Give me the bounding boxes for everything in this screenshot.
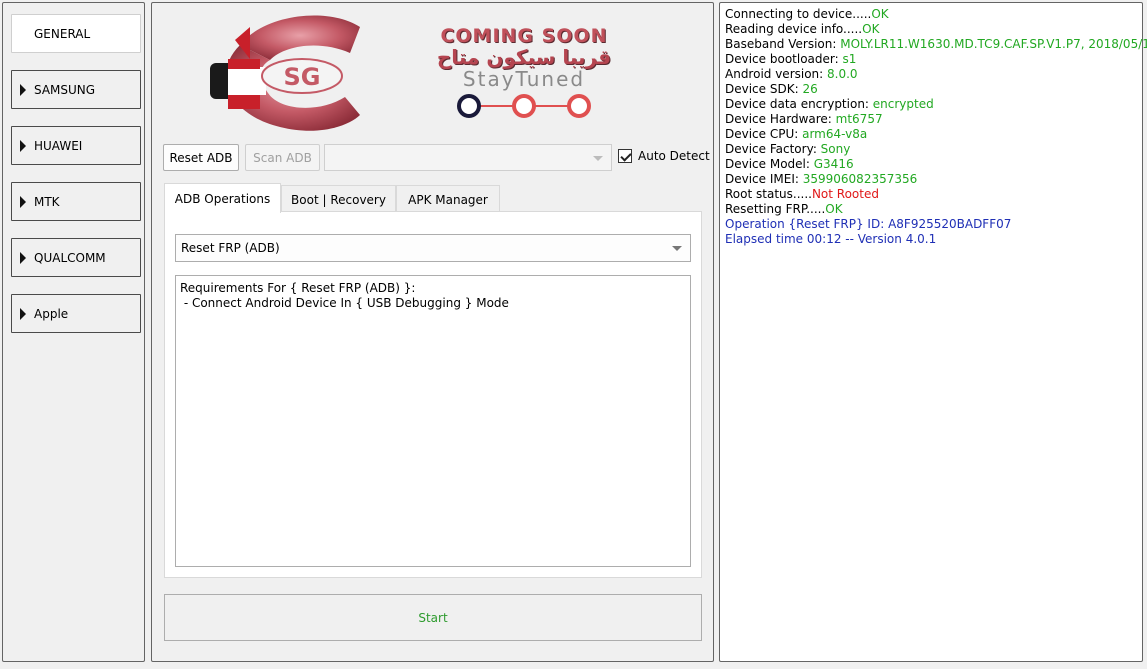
nav-samsung-button[interactable]: SAMSUNG <box>11 70 141 109</box>
arabic-coming-soon-text: قريبا سيكون متاح <box>436 45 612 69</box>
log-line: Device IMEI: 359906082357356 <box>725 172 1147 187</box>
log-value: OK <box>862 22 880 36</box>
chevron-down-icon <box>593 155 603 161</box>
log-value: Sony <box>820 142 851 156</box>
log-line: Elapsed time 00:12 -- Version 4.0.1 <box>725 232 1147 247</box>
tab-apk-manager[interactable]: APK Manager <box>396 185 500 213</box>
log-value: 26 <box>802 82 818 96</box>
expand-arrow-icon <box>20 139 26 152</box>
tab-boot-recovery[interactable]: Boot | Recovery <box>281 185 396 213</box>
log-value: 8.0.0 <box>827 67 858 81</box>
log-line: Device data encryption: encrypted <box>725 97 1147 112</box>
log-value: OK <box>871 7 889 21</box>
log-label: Device Factory: <box>725 142 821 156</box>
nav-general-label: GENERAL <box>34 26 91 41</box>
stay-tuned-text: StayTuned <box>462 67 586 91</box>
log-value: encrypted <box>872 97 934 111</box>
operations-panel: SG COMING SOON قريبا سيكون متاح StayTune… <box>151 2 714 662</box>
coming-soon-text: COMING SOON <box>440 25 608 47</box>
auto-detect-label: Auto Detect <box>638 149 710 163</box>
log-label: Baseband Version: <box>725 37 841 51</box>
nav-qualcomm-button[interactable]: QUALCOMM <box>11 238 141 277</box>
log-label: Reading device info..... <box>725 22 863 36</box>
log-value: MOLY.LR11.W1630.MD.TC9.CAF.SP.V1.P7, 201… <box>840 37 1147 51</box>
log-line: Baseband Version: MOLY.LR11.W1630.MD.TC9… <box>725 37 1147 52</box>
log-value: arm64-v8a <box>802 127 868 141</box>
log-label: Android version: <box>725 67 828 81</box>
log-label: Device SDK: <box>725 82 803 96</box>
log-line: Device SDK: 26 <box>725 82 1147 97</box>
log-value: mt6757 <box>835 112 883 126</box>
scan-adb-button[interactable]: Scan ADB <box>245 144 320 171</box>
log-line: Operation {Reset FRP} ID: A8F925520BADFF… <box>725 217 1147 232</box>
log-line: Device Factory: Sony <box>725 142 1147 157</box>
expand-arrow-icon <box>20 83 26 96</box>
log-line: Root status.....Not Rooted <box>725 187 1147 202</box>
log-line: Android version: 8.0.0 <box>725 67 1147 82</box>
log-label: Device bootloader: <box>725 52 843 66</box>
nav-huawei-button[interactable]: HUAWEI <box>11 126 141 165</box>
log-label: Operation {Reset FRP} ID: A8F925520BADFF… <box>725 217 1012 231</box>
nav-mtk-label: MTK <box>34 194 60 209</box>
log-label: Device Model: <box>725 157 814 171</box>
progress-dots-icon <box>457 94 591 118</box>
expand-arrow-icon <box>20 307 26 320</box>
nav-apple-label: Apple <box>34 306 69 321</box>
log-value: s1 <box>842 52 857 66</box>
log-panel[interactable]: Connecting to device.....OK Reading devic… <box>719 2 1147 662</box>
log-label: Elapsed time 00:12 -- Version 4.0.1 <box>725 232 937 246</box>
adb-operations-content: Reset FRP (ADB) Requirements For { Reset… <box>164 211 702 578</box>
log-line: Reading device info.....OK <box>725 22 1147 37</box>
log-value: 359906082357356 <box>802 172 918 186</box>
auto-detect-checkbox[interactable]: Auto Detect <box>618 149 710 163</box>
log-label: Device data encryption: <box>725 97 873 111</box>
requirements-textbox[interactable]: Requirements For { Reset FRP (ADB) }: - … <box>175 275 691 567</box>
log-label: Device IMEI: <box>725 172 803 186</box>
chevron-down-icon <box>672 246 682 251</box>
log-line: Device Model: G3416 <box>725 157 1147 172</box>
nav-huawei-label: HUAWEI <box>34 138 83 153</box>
log-line: Device CPU: arm64-v8a <box>725 127 1147 142</box>
log-line: Device Hardware: mt6757 <box>725 112 1147 127</box>
log-value: OK <box>825 202 843 216</box>
nav-general-button[interactable]: GENERAL <box>11 14 141 53</box>
nav-panel: GENERAL SAMSUNG HUAWEI MTK QUALCOMM Appl… <box>2 2 145 662</box>
log-label: Connecting to device..... <box>725 7 872 21</box>
nav-qualcomm-label: QUALCOMM <box>34 250 106 265</box>
logo-text: SG <box>284 63 321 91</box>
device-select[interactable] <box>324 144 612 171</box>
log-label: Root status..... <box>725 187 812 201</box>
log-output: Connecting to device.....OK Reading devic… <box>725 7 1147 247</box>
reset-adb-button[interactable]: Reset ADB <box>163 144 239 171</box>
nav-mtk-button[interactable]: MTK <box>11 182 141 221</box>
log-value: G3416 <box>813 157 854 171</box>
checkbox-checked-icon[interactable] <box>618 149 632 163</box>
log-line: Resetting FRP.....OK <box>725 202 1147 217</box>
operation-select[interactable]: Reset FRP (ADB) <box>175 234 691 262</box>
coming-soon-banner: COMING SOON قريبا سيكون متاح StayTuned <box>414 25 634 133</box>
log-label: Device CPU: <box>725 127 803 141</box>
nav-apple-button[interactable]: Apple <box>11 294 141 333</box>
log-label: Device Hardware: <box>725 112 836 126</box>
log-value: Not Rooted <box>811 187 879 201</box>
tab-adb-operations[interactable]: ADB Operations <box>164 183 281 213</box>
operation-select-value: Reset FRP (ADB) <box>181 241 280 255</box>
log-label: Resetting FRP..... <box>725 202 826 216</box>
expand-arrow-icon <box>20 195 26 208</box>
sg-logo-icon: SG <box>210 15 360 131</box>
expand-arrow-icon <box>20 251 26 264</box>
start-button[interactable]: Start <box>164 594 702 641</box>
log-line: Connecting to device.....OK <box>725 7 1147 22</box>
log-line: Device bootloader: s1 <box>725 52 1147 67</box>
nav-samsung-label: SAMSUNG <box>34 82 96 97</box>
